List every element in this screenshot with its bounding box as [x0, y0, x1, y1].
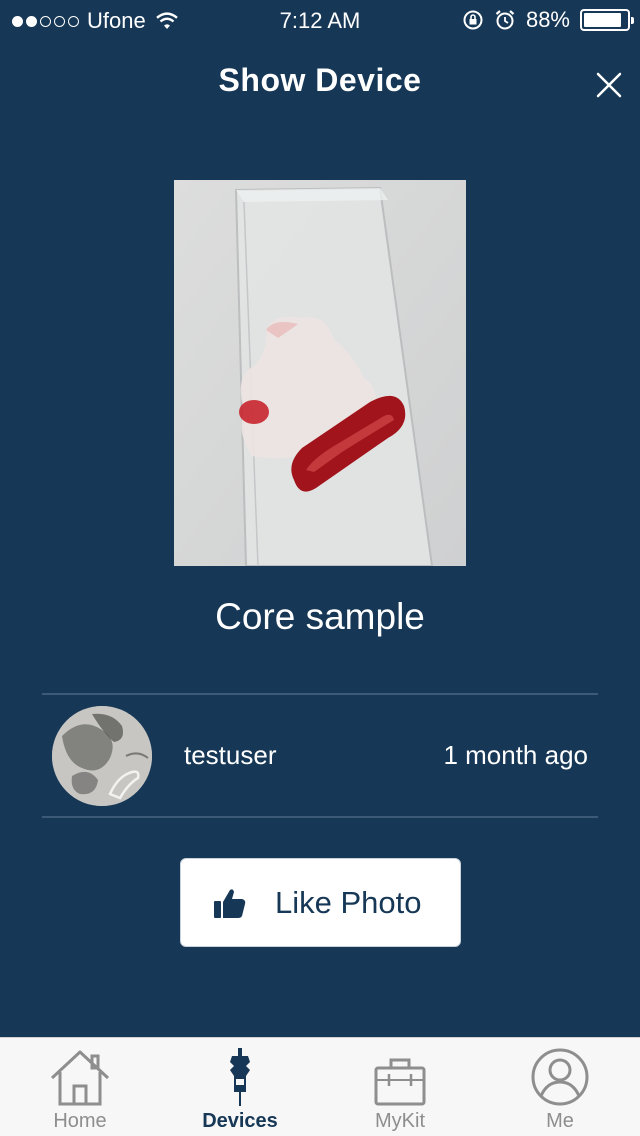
avatar-image [52, 706, 152, 806]
device-name: Core sample [215, 596, 425, 637]
tab-home[interactable]: Home [0, 1038, 160, 1136]
status-right: 88% [462, 7, 634, 33]
tab-mykit[interactable]: MyKit [320, 1038, 480, 1136]
battery-fill [584, 13, 621, 27]
post-time-ago: 1 month ago [443, 740, 588, 770]
alarm-icon [495, 10, 515, 30]
tab-mykit-label: MyKit [375, 1110, 425, 1132]
like-photo-button[interactable]: Like Photo [180, 858, 461, 947]
divider-top [42, 693, 598, 695]
page-title: Show Device [218, 62, 422, 98]
tab-me-label: Me [546, 1110, 574, 1132]
tab-devices[interactable]: Devices [160, 1038, 320, 1136]
avatar[interactable] [52, 706, 152, 806]
tab-me[interactable]: Me [480, 1038, 640, 1136]
battery-icon [580, 9, 634, 31]
status-bar: Ufone 7:12 AM 88% [0, 0, 640, 40]
like-photo-label: Like Photo [275, 884, 422, 920]
tab-home-label: Home [53, 1110, 107, 1132]
device-photo [174, 180, 466, 566]
thumbs-up-icon [214, 888, 246, 918]
home-icon [50, 1050, 110, 1106]
device-icon [230, 1048, 250, 1106]
rotation-lock-icon [463, 10, 483, 30]
user-icon [531, 1048, 589, 1106]
glass-slide-image [174, 180, 466, 566]
battery-percent: 88% [525, 7, 570, 32]
toolbox-icon [374, 1058, 426, 1106]
tab-bar: Home Devices MyKit Me [0, 1037, 640, 1136]
username[interactable]: testuser [184, 740, 277, 771]
divider-bottom [42, 816, 598, 818]
close-icon[interactable] [594, 70, 624, 100]
tab-devices-label: Devices [202, 1110, 278, 1132]
